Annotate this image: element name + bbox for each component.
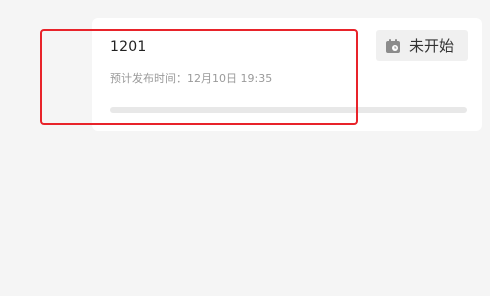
page-canvas: 1201 预计发布时间：12月10日 19:35 未开始 (0, 0, 490, 296)
status-badge: 未开始 (376, 30, 468, 61)
calendar-clock-icon (385, 38, 401, 54)
highlight-box (40, 29, 358, 125)
status-badge-label: 未开始 (409, 37, 455, 55)
